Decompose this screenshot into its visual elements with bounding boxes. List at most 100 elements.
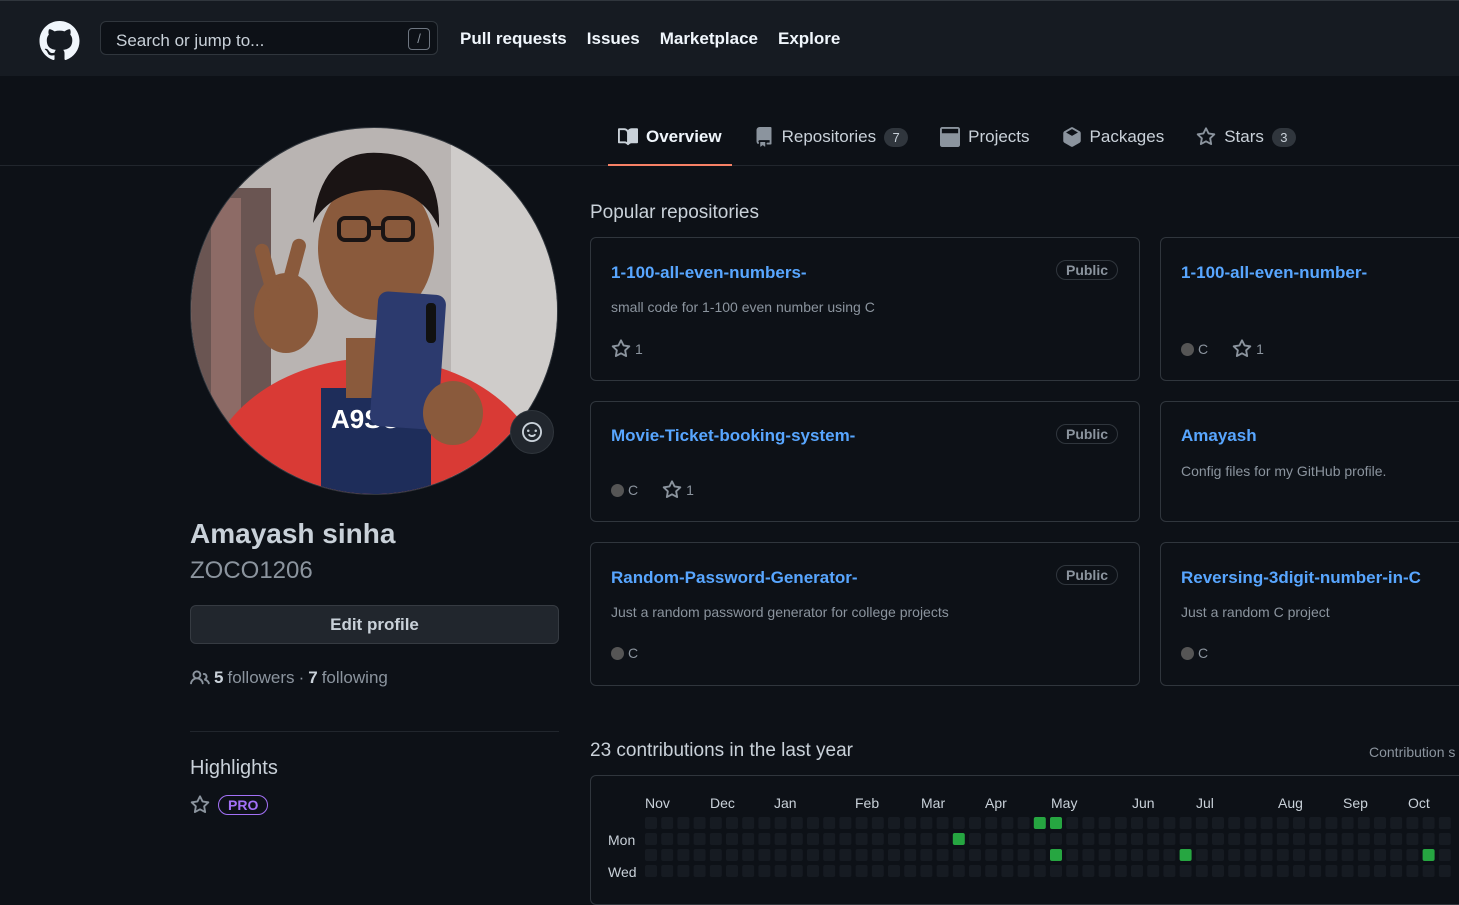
contribution-day-cell[interactable] <box>1438 833 1451 845</box>
contribution-day-cell[interactable] <box>1357 865 1370 877</box>
contribution-day-cell[interactable] <box>969 817 981 829</box>
contribution-day-cell[interactable] <box>1050 865 1062 877</box>
contribution-day-cell[interactable] <box>758 833 771 845</box>
contribution-day-cell[interactable] <box>1033 849 1046 861</box>
contribution-day-cell[interactable] <box>661 865 674 877</box>
contribution-day-cell[interactable] <box>1033 833 1046 845</box>
contribution-day-cell[interactable] <box>1033 817 1046 829</box>
contribution-day-cell[interactable] <box>758 817 771 829</box>
contribution-day-cell[interactable] <box>1212 849 1224 861</box>
contribution-day-cell[interactable] <box>1017 833 1030 845</box>
pro-badge[interactable]: PRO <box>218 795 269 815</box>
contribution-day-cell[interactable] <box>1438 849 1451 861</box>
contribution-day-cell[interactable] <box>790 865 803 877</box>
contribution-day-cell[interactable] <box>742 817 755 829</box>
contribution-day-cell[interactable] <box>969 865 981 877</box>
contribution-day-cell[interactable] <box>758 865 771 877</box>
contribution-day-cell[interactable] <box>1147 849 1160 861</box>
contribution-day-cell[interactable] <box>1082 817 1095 829</box>
contribution-day-cell[interactable] <box>709 849 722 861</box>
contribution-day-cell[interactable] <box>1147 833 1160 845</box>
contribution-day-cell[interactable] <box>871 849 884 861</box>
contribution-day-cell[interactable] <box>726 817 738 829</box>
contribution-day-cell[interactable] <box>839 849 852 861</box>
nav-issues[interactable]: Issues <box>587 29 640 49</box>
contribution-day-cell[interactable] <box>742 849 755 861</box>
avatar[interactable]: A9SU <box>190 127 558 495</box>
contribution-day-cell[interactable] <box>1276 849 1289 861</box>
contribution-day-cell[interactable] <box>1033 865 1046 877</box>
contribution-day-cell[interactable] <box>1082 849 1095 861</box>
contribution-day-cell[interactable] <box>936 833 949 845</box>
contribution-day-cell[interactable] <box>677 849 690 861</box>
contribution-day-cell[interactable] <box>855 833 868 845</box>
contribution-day-cell[interactable] <box>1098 833 1111 845</box>
contribution-day-cell[interactable] <box>920 833 933 845</box>
contribution-day-cell[interactable] <box>693 817 706 829</box>
contribution-day-cell[interactable] <box>1163 865 1176 877</box>
contribution-day-cell[interactable] <box>1066 849 1079 861</box>
contribution-day-cell[interactable] <box>855 849 868 861</box>
contribution-day-cell[interactable] <box>1325 865 1338 877</box>
contribution-day-cell[interactable] <box>790 817 803 829</box>
star-icon[interactable] <box>662 480 682 500</box>
contribution-day-cell[interactable] <box>1325 817 1338 829</box>
contribution-day-cell[interactable] <box>709 833 722 845</box>
contribution-day-cell[interactable] <box>1050 833 1062 845</box>
contribution-day-cell[interactable] <box>1357 833 1370 845</box>
contribution-day-cell[interactable] <box>1341 865 1354 877</box>
contribution-day-cell[interactable] <box>693 865 706 877</box>
contribution-day-cell[interactable] <box>1325 849 1338 861</box>
contribution-day-cell[interactable] <box>1066 833 1079 845</box>
contribution-day-cell[interactable] <box>1195 833 1208 845</box>
contribution-day-cell[interactable] <box>1260 817 1273 829</box>
following-count[interactable]: 7 <box>308 668 317 688</box>
contribution-day-cell[interactable] <box>1244 865 1257 877</box>
contribution-day-cell[interactable] <box>645 849 657 861</box>
contribution-day-cell[interactable] <box>1131 865 1143 877</box>
contribution-day-cell[interactable] <box>1212 865 1224 877</box>
contribution-day-cell[interactable] <box>888 817 900 829</box>
contribution-day-cell[interactable] <box>1341 849 1354 861</box>
star-count[interactable]: 1 <box>635 341 643 357</box>
contribution-day-cell[interactable] <box>677 833 690 845</box>
contribution-day-cell[interactable] <box>823 833 836 845</box>
followers-count[interactable]: 5 <box>214 668 223 688</box>
contribution-day-cell[interactable] <box>807 833 819 845</box>
contribution-day-cell[interactable] <box>774 817 787 829</box>
repo-link[interactable]: 1-100-all-even-number- <box>1181 263 1367 283</box>
contribution-day-cell[interactable] <box>1131 833 1143 845</box>
contribution-day-cell[interactable] <box>1179 849 1192 861</box>
contribution-day-cell[interactable] <box>871 817 884 829</box>
repo-link[interactable]: Reversing-3digit-number-in-C <box>1181 568 1421 588</box>
contribution-day-cell[interactable] <box>1422 849 1435 861</box>
contribution-day-cell[interactable] <box>969 849 981 861</box>
contribution-day-cell[interactable] <box>661 817 674 829</box>
contribution-day-cell[interactable] <box>1082 833 1095 845</box>
tab-projects[interactable]: Projects <box>930 118 1039 156</box>
contribution-day-cell[interactable] <box>726 849 738 861</box>
following-link[interactable]: following <box>322 668 388 688</box>
contribution-day-cell[interactable] <box>1017 849 1030 861</box>
contribution-day-cell[interactable] <box>936 865 949 877</box>
contribution-day-cell[interactable] <box>952 817 965 829</box>
contribution-settings-dropdown[interactable]: Contribution s <box>1369 744 1455 760</box>
contribution-day-cell[interactable] <box>1276 817 1289 829</box>
contribution-day-cell[interactable] <box>855 865 868 877</box>
contribution-day-cell[interactable] <box>790 833 803 845</box>
contribution-day-cell[interactable] <box>871 865 884 877</box>
contribution-day-cell[interactable] <box>1179 817 1192 829</box>
contribution-day-cell[interactable] <box>645 817 657 829</box>
contribution-day-cell[interactable] <box>888 865 900 877</box>
star-count[interactable]: 1 <box>1256 341 1264 357</box>
contribution-day-cell[interactable] <box>1163 817 1176 829</box>
contribution-day-cell[interactable] <box>1309 865 1322 877</box>
contribution-day-cell[interactable] <box>1244 833 1257 845</box>
edit-profile-button[interactable]: Edit profile <box>190 605 559 644</box>
repo-link[interactable]: Amayash <box>1181 426 1257 446</box>
contribution-day-cell[interactable] <box>1406 865 1419 877</box>
contribution-day-cell[interactable] <box>1293 817 1305 829</box>
contribution-day-cell[interactable] <box>774 865 787 877</box>
contribution-day-cell[interactable] <box>1179 865 1192 877</box>
tab-stars[interactable]: Stars 3 <box>1186 118 1306 156</box>
